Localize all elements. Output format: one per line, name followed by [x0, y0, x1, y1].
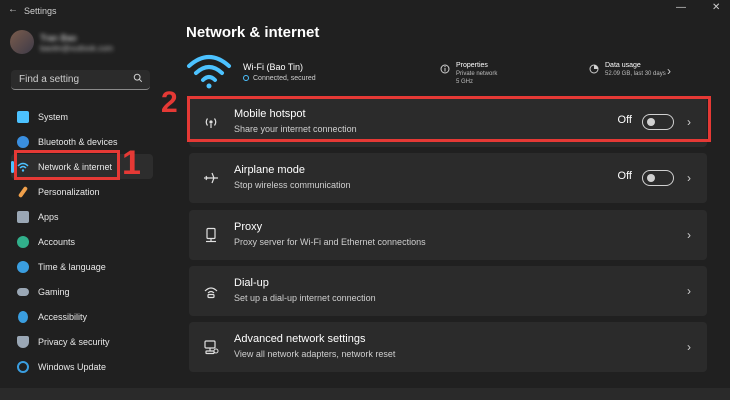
- page-title: Network & internet: [186, 24, 320, 41]
- brush-icon: [17, 185, 29, 199]
- chevron-right-icon[interactable]: ›: [667, 64, 671, 78]
- shield-icon: [17, 336, 29, 348]
- title-bar: ← Settings — ✕: [0, 0, 730, 22]
- card-subtitle: Proxy server for Wi-Fi and Ethernet conn…: [234, 237, 426, 247]
- proxy-icon: [206, 227, 216, 243]
- controller-icon: [17, 288, 29, 296]
- sidebar-item-accessibility[interactable]: Accessibility: [11, 304, 153, 329]
- card-title: Proxy: [234, 221, 263, 233]
- data-usage-value: 52.09 GB, last 30 days: [605, 71, 666, 77]
- wifi-status: Connected, secured: [243, 75, 316, 82]
- card-title: Airplane mode: [234, 164, 305, 176]
- sidebar-item-label: Accounts: [38, 237, 76, 247]
- airplane-icon: [204, 172, 218, 184]
- highlight-box-network: [14, 150, 120, 180]
- sidebar-item-label: Windows Update: [38, 362, 107, 372]
- minimize-button[interactable]: —: [676, 2, 686, 13]
- advanced-network-icon: [204, 340, 219, 355]
- toggle-state-label: Off: [617, 170, 632, 182]
- apps-icon: [17, 211, 29, 223]
- taskbar: [0, 388, 730, 400]
- properties-band: 5 GHz: [456, 79, 474, 85]
- chevron-right-icon[interactable]: ›: [687, 171, 691, 185]
- sidebar-item-label: System: [38, 112, 69, 122]
- wifi-large-icon: [187, 55, 231, 89]
- airplane-mode-card[interactable]: Airplane mode Stop wireless communicatio…: [189, 153, 707, 203]
- sidebar-item-gaming[interactable]: Gaming: [11, 279, 153, 304]
- properties-title: Properties: [456, 62, 488, 69]
- properties-link[interactable]: Properties Private network 5 GHz: [440, 62, 497, 85]
- window-title: Settings: [24, 6, 57, 16]
- dial-up-card[interactable]: Dial-up Set up a dial-up internet connec…: [189, 266, 707, 316]
- secured-shield-icon: [243, 75, 249, 82]
- user-name: Tran Bao: [40, 33, 77, 43]
- info-icon: [440, 64, 450, 74]
- sidebar-item-label: Time & language: [38, 262, 106, 272]
- properties-network-type: Private network: [456, 71, 498, 77]
- step-number-1: 1: [122, 144, 141, 182]
- card-subtitle: Set up a dial-up internet connection: [234, 293, 376, 303]
- airplane-mode-toggle[interactable]: [642, 170, 674, 186]
- card-title: Advanced network settings: [234, 333, 366, 345]
- sidebar-item-label: Gaming: [38, 287, 70, 297]
- chevron-right-icon[interactable]: ›: [687, 340, 691, 354]
- sidebar-item-windows-update[interactable]: Windows Update: [11, 354, 153, 379]
- wifi-status-text: Connected, secured: [253, 75, 316, 82]
- data-usage-title: Data usage: [605, 62, 641, 69]
- chevron-right-icon[interactable]: ›: [687, 228, 691, 242]
- sidebar-item-label: Accessibility: [38, 312, 88, 322]
- data-usage-icon: [589, 64, 599, 74]
- person-icon: [17, 236, 29, 248]
- user-profile[interactable]: Tran Bao baotin@outlook.com: [10, 30, 180, 60]
- sidebar-item-label: Privacy & security: [38, 337, 110, 347]
- avatar: [10, 30, 34, 54]
- sidebar-item-apps[interactable]: Apps: [11, 204, 153, 229]
- chevron-right-icon[interactable]: ›: [687, 284, 691, 298]
- accessibility-icon: [18, 311, 28, 323]
- update-icon: [17, 361, 29, 373]
- search-input[interactable]: Find a setting: [11, 70, 150, 90]
- sidebar-item-system[interactable]: System: [11, 104, 153, 129]
- globe-icon: [17, 261, 29, 273]
- toggle-knob: [647, 174, 655, 182]
- wifi-overview: Wi-Fi (Bao Tin) Connected, secured Prope…: [186, 50, 726, 92]
- user-email: baotin@outlook.com: [40, 44, 114, 53]
- step-number-2: 2: [161, 86, 178, 119]
- sidebar-item-time-language[interactable]: Time & language: [11, 254, 153, 279]
- sidebar-item-label: Apps: [38, 212, 59, 222]
- dialup-icon: [204, 287, 218, 299]
- sidebar-item-accounts[interactable]: Accounts: [11, 229, 153, 254]
- card-subtitle: View all network adapters, network reset: [234, 349, 396, 359]
- bluetooth-icon: [17, 136, 29, 148]
- card-subtitle: Stop wireless communication: [234, 180, 351, 190]
- card-title: Dial-up: [234, 277, 269, 289]
- advanced-network-settings-card[interactable]: Advanced network settings View all netwo…: [189, 322, 707, 372]
- sidebar-item-privacy[interactable]: Privacy & security: [11, 329, 153, 354]
- search-icon: [133, 73, 143, 83]
- back-arrow-icon[interactable]: ←: [8, 4, 18, 15]
- search-placeholder: Find a setting: [19, 74, 80, 85]
- proxy-card[interactable]: Proxy Proxy server for Wi-Fi and Etherne…: [189, 210, 707, 260]
- wifi-network-name: Wi-Fi (Bao Tin): [243, 62, 304, 72]
- system-icon: [17, 111, 29, 123]
- sidebar-item-label: Bluetooth & devices: [38, 137, 118, 147]
- data-usage-link[interactable]: Data usage 52.09 GB, last 30 days: [589, 62, 666, 77]
- sidebar-item-label: Personalization: [38, 187, 100, 197]
- highlight-box-hotspot: [187, 96, 711, 142]
- close-button[interactable]: ✕: [712, 2, 720, 13]
